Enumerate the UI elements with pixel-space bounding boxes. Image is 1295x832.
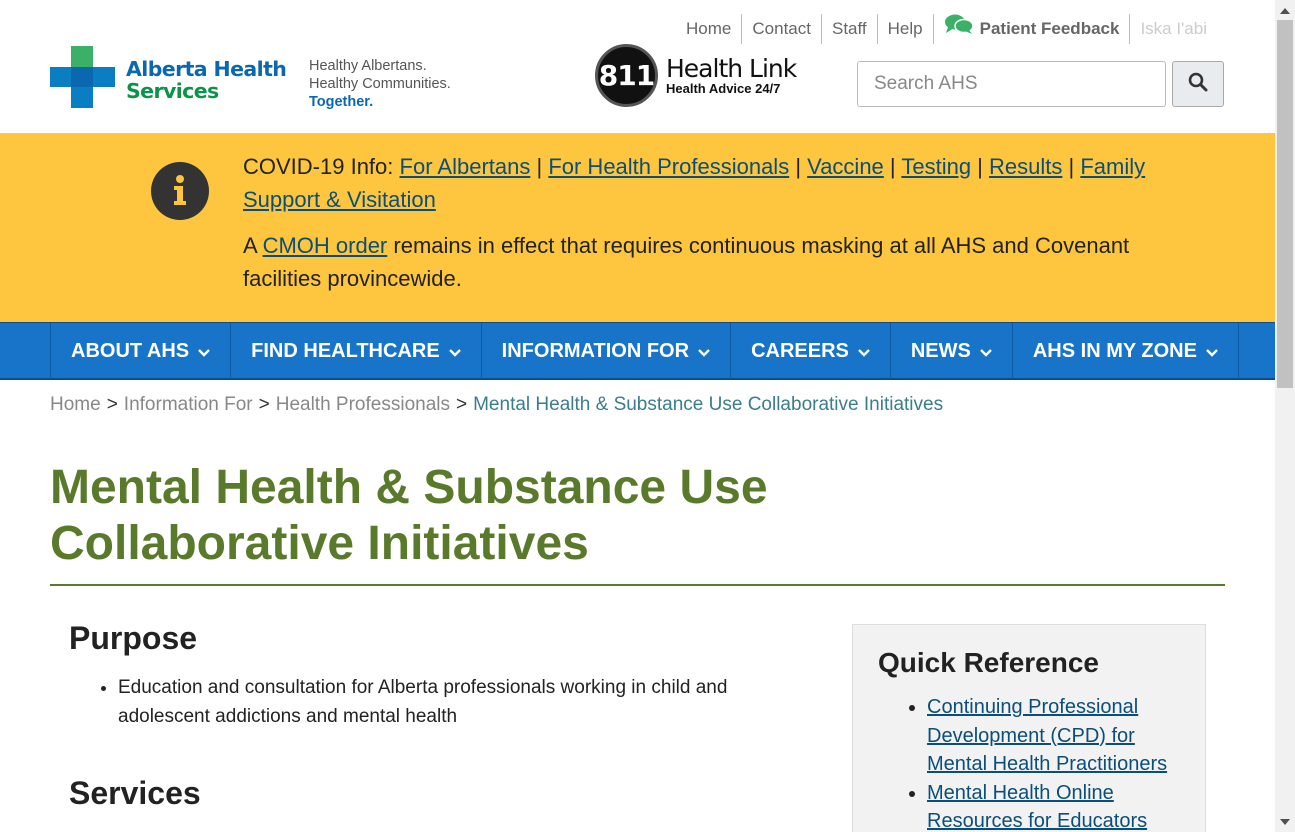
healthlink-title: Health Link	[666, 53, 797, 83]
nav-find-healthcare[interactable]: FIND HEALTHCARE	[231, 323, 482, 379]
nav-label: NEWS	[910, 339, 971, 362]
quick-reference-panel: Quick Reference Continuing Professional …	[852, 624, 1206, 832]
purpose-list: Education and consultation for Alberta p…	[118, 673, 818, 731]
healthlink-subtitle: Health Advice 24/7	[666, 80, 781, 96]
masking-notice: A CMOH order remains in effect that requ…	[243, 229, 1203, 295]
healthlink-logo[interactable]: 811 Health Link Health Advice 24/7	[595, 44, 797, 107]
patient-feedback-label: Patient Feedback	[979, 19, 1120, 38]
page-title: Mental Health & Substance Use Collaborat…	[50, 461, 768, 570]
cpd-link[interactable]: Continuing Professional Development (CPD…	[927, 696, 1167, 775]
scrollbar-thumb[interactable]	[1277, 20, 1293, 388]
chevron-down-icon	[980, 340, 992, 363]
search-button[interactable]	[1172, 61, 1224, 107]
nav-label: ABOUT AHS	[71, 339, 190, 362]
nav-label: CAREERS	[751, 339, 849, 362]
nav-label: FIND HEALTHCARE	[251, 339, 440, 362]
search-input[interactable]	[857, 61, 1166, 107]
healthlink-811-badge: 811	[595, 44, 658, 107]
nav-information-for[interactable]: INFORMATION FOR	[482, 323, 732, 379]
logo-line-2: Services	[126, 78, 219, 103]
search-icon	[1188, 72, 1208, 97]
main-nav-items: ABOUT AHS FIND HEALTHCARE INFORMATION FO…	[50, 323, 1239, 379]
title-divider	[50, 584, 1225, 586]
online-resources-link[interactable]: Mental Health Online Resources for Educa…	[927, 782, 1147, 832]
covid-link-vaccine[interactable]: Vaccine	[807, 154, 884, 179]
breadcrumb-home[interactable]: Home	[50, 394, 101, 415]
covid-link-results[interactable]: Results	[989, 154, 1062, 179]
covid-separator: |	[1062, 154, 1081, 179]
notice-prefix: A	[243, 233, 263, 258]
chevron-down-icon	[858, 340, 870, 363]
nav-news[interactable]: NEWS	[891, 323, 1013, 379]
chevron-down-icon	[198, 340, 211, 363]
utility-link-contact[interactable]: Contact	[741, 14, 821, 44]
cmoh-order-link[interactable]: CMOH order	[263, 233, 388, 258]
patient-feedback-link[interactable]: Patient Feedback	[932, 13, 1130, 45]
alert-content: COVID-19 Info: For Albertans | For Healt…	[243, 150, 1203, 295]
covid-separator: |	[789, 154, 808, 179]
quick-reference-item: Continuing Professional Development (CPD…	[927, 693, 1187, 779]
covid-separator: |	[883, 154, 902, 179]
nav-about-ahs[interactable]: ABOUT AHS	[51, 323, 232, 379]
language-link[interactable]: Iska I'abi	[1129, 14, 1217, 44]
scroll-down-arrow-icon[interactable]	[1275, 813, 1295, 830]
logo-line-1: Alberta Health	[126, 56, 287, 81]
nav-label: INFORMATION FOR	[501, 339, 690, 362]
site-header: Home Contact Staff Help Patient Feedback…	[0, 0, 1275, 133]
covid-alert-banner: COVID-19 Info: For Albertans | For Healt…	[0, 133, 1275, 323]
utility-link-help[interactable]: Help	[876, 14, 933, 44]
ahs-cross-icon	[50, 46, 116, 113]
covid-link-health-professionals[interactable]: For Health Professionals	[548, 154, 789, 179]
quick-reference-list: Continuing Professional Development (CPD…	[927, 693, 1187, 832]
chevron-down-icon	[698, 340, 710, 363]
covid-link-testing[interactable]: Testing	[901, 154, 971, 179]
chat-bubbles-icon	[944, 13, 974, 45]
utility-nav: Home Contact Staff Help Patient Feedback…	[676, 14, 1217, 44]
quick-reference-item: Mental Health Online Resources for Educa…	[927, 779, 1187, 832]
purpose-heading: Purpose	[69, 620, 198, 656]
services-heading: Services	[69, 775, 201, 811]
breadcrumb-health-professionals[interactable]: Health Professionals	[276, 394, 450, 415]
breadcrumb-current: Mental Health & Substance Use Collaborat…	[473, 394, 944, 415]
healthlink-text: Health Link Health Advice 24/7	[666, 53, 797, 96]
covid-info-prefix: COVID-19 Info:	[243, 154, 400, 179]
ahs-logo[interactable]: Alberta Health Services	[50, 46, 287, 113]
ahs-logo-text: Alberta Health Services	[126, 56, 287, 103]
tagline-line-2: Healthy Communities.	[309, 76, 451, 92]
tagline-line-3: Together.	[309, 94, 374, 110]
breadcrumb-separator: >	[106, 394, 118, 415]
tagline: Healthy Albertans. Healthy Communities. …	[309, 57, 451, 111]
nav-careers[interactable]: CAREERS	[731, 323, 891, 379]
chevron-down-icon	[448, 340, 461, 363]
nav-ahs-in-my-zone[interactable]: AHS IN MY ZONE	[1013, 323, 1239, 379]
main-nav: ABOUT AHS FIND HEALTHCARE INFORMATION FO…	[0, 322, 1275, 380]
utility-link-home[interactable]: Home	[676, 14, 741, 44]
covid-link-albertans[interactable]: For Albertans	[400, 154, 531, 179]
covid-separator: |	[530, 154, 549, 179]
purpose-item: Education and consultation for Alberta p…	[118, 673, 818, 731]
tagline-line-1: Healthy Albertans.	[309, 58, 427, 74]
breadcrumb-information-for[interactable]: Information For	[124, 394, 253, 415]
breadcrumb-separator: >	[258, 394, 270, 415]
chevron-down-icon	[1206, 340, 1218, 363]
info-icon	[151, 162, 209, 220]
vertical-scrollbar[interactable]	[1275, 0, 1295, 832]
scroll-up-arrow-icon[interactable]	[1275, 2, 1295, 19]
nav-label: AHS IN MY ZONE	[1032, 339, 1197, 362]
utility-link-staff[interactable]: Staff	[820, 14, 877, 44]
breadcrumb: Home > Information For > Health Professional…	[50, 394, 943, 416]
covid-separator: |	[971, 154, 990, 179]
quick-reference-heading: Quick Reference	[878, 647, 1099, 678]
covid-info-line: COVID-19 Info: For Albertans | For Healt…	[243, 150, 1203, 216]
breadcrumb-separator: >	[456, 394, 468, 415]
